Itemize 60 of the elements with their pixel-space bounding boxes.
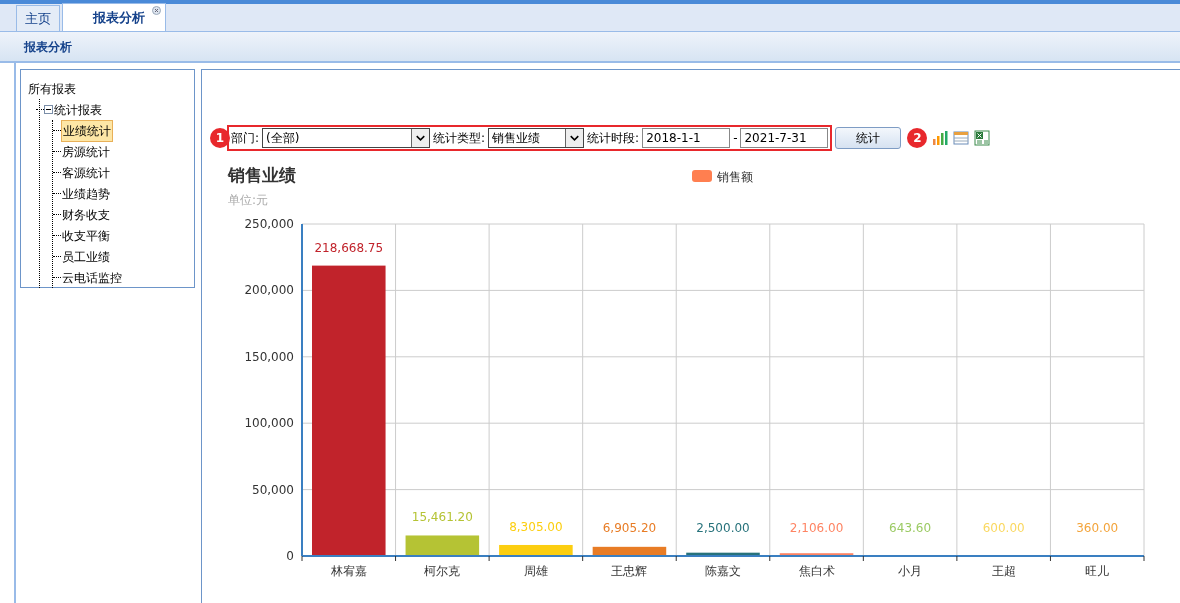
- data-label: 8,305.00: [509, 519, 563, 534]
- date-field[interactable]: 2021-7-31: [740, 128, 829, 148]
- tree-item[interactable]: 业绩趋势: [61, 183, 111, 204]
- dropdown-value: 销售业绩: [492, 130, 541, 147]
- axis-tick-label: 100,000: [244, 416, 294, 431]
- field-label: 统计类型:: [433, 130, 486, 147]
- field-label: 统计时段:: [587, 130, 640, 147]
- tree-item[interactable]: 客源统计: [61, 162, 111, 183]
- axis-tick-label: 50,000: [252, 482, 294, 497]
- data-label: 600.00: [982, 521, 1025, 535]
- category-label: 焦白术: [798, 564, 835, 578]
- category-label: 小月: [898, 564, 923, 578]
- tab[interactable]: 报表分析: [62, 3, 166, 31]
- data-label: 2,500.00: [696, 521, 750, 535]
- step-marker: 1: [210, 128, 230, 148]
- bar-chart-icon[interactable]: [932, 130, 949, 146]
- department-select[interactable]: (全部): [262, 128, 431, 148]
- category-label: 陈嘉文: [705, 564, 741, 578]
- category-label: 周雄: [523, 564, 548, 578]
- axis-tick-label: 200,000: [244, 283, 294, 298]
- axis-tick-label: 150,000: [244, 349, 294, 364]
- axis-tick-label: 250,000: [244, 217, 294, 231]
- dropdown-value: (全部): [266, 130, 300, 147]
- chart-subtitle: 单位:元: [228, 193, 269, 207]
- tree-item[interactable]: 业绩统计: [61, 119, 113, 142]
- dropdown-icon[interactable]: [411, 129, 430, 147]
- spreadsheet-icon[interactable]: [974, 130, 991, 146]
- step-marker: 2: [907, 128, 928, 148]
- data-label: 15,461.20: [411, 510, 473, 525]
- tree-item[interactable]: 房源统计: [61, 141, 111, 162]
- tree-item[interactable]: 员工业绩: [61, 246, 111, 267]
- collapse-icon[interactable]: [44, 105, 53, 114]
- field-label: 部门:: [231, 130, 260, 147]
- category-label: 柯尔克: [424, 564, 461, 578]
- category-label: 王超: [991, 564, 1016, 578]
- type-select[interactable]: 销售业绩: [488, 128, 585, 148]
- tree-item[interactable]: 云电话监控: [61, 267, 123, 288]
- close-icon[interactable]: [152, 6, 161, 15]
- tree-item[interactable]: 统计报表: [53, 99, 103, 120]
- data-label: 6,905.20: [602, 521, 657, 535]
- tree-item[interactable]: 所有报表: [27, 78, 77, 99]
- axis-tick-label: 0: [286, 549, 294, 563]
- data-label: 643.60: [889, 521, 932, 535]
- data-label: 360.00: [1076, 521, 1119, 535]
- data-label: 218,668.75: [314, 240, 384, 255]
- category-label: 林宥嘉: [330, 564, 367, 578]
- data-label: 2,106.00: [789, 521, 844, 535]
- tree-item[interactable]: 收支平衡: [61, 225, 111, 246]
- category-label: 王忠辉: [611, 564, 648, 578]
- dropdown-icon[interactable]: [565, 129, 584, 147]
- legend-swatch[interactable]: [692, 170, 712, 182]
- legend-label: 销售额: [717, 170, 753, 184]
- category-label: 旺儿: [1085, 564, 1110, 578]
- chart-title: 销售业绩: [228, 165, 296, 185]
- tab[interactable]: 主页: [16, 5, 60, 31]
- tree-item[interactable]: 财务收支: [61, 204, 111, 225]
- date-separator: -: [733, 130, 738, 147]
- date-field[interactable]: 2018-1-1: [642, 128, 731, 148]
- submit-button[interactable]: 统计: [835, 127, 902, 149]
- panel-title: 报表分析: [0, 32, 1180, 63]
